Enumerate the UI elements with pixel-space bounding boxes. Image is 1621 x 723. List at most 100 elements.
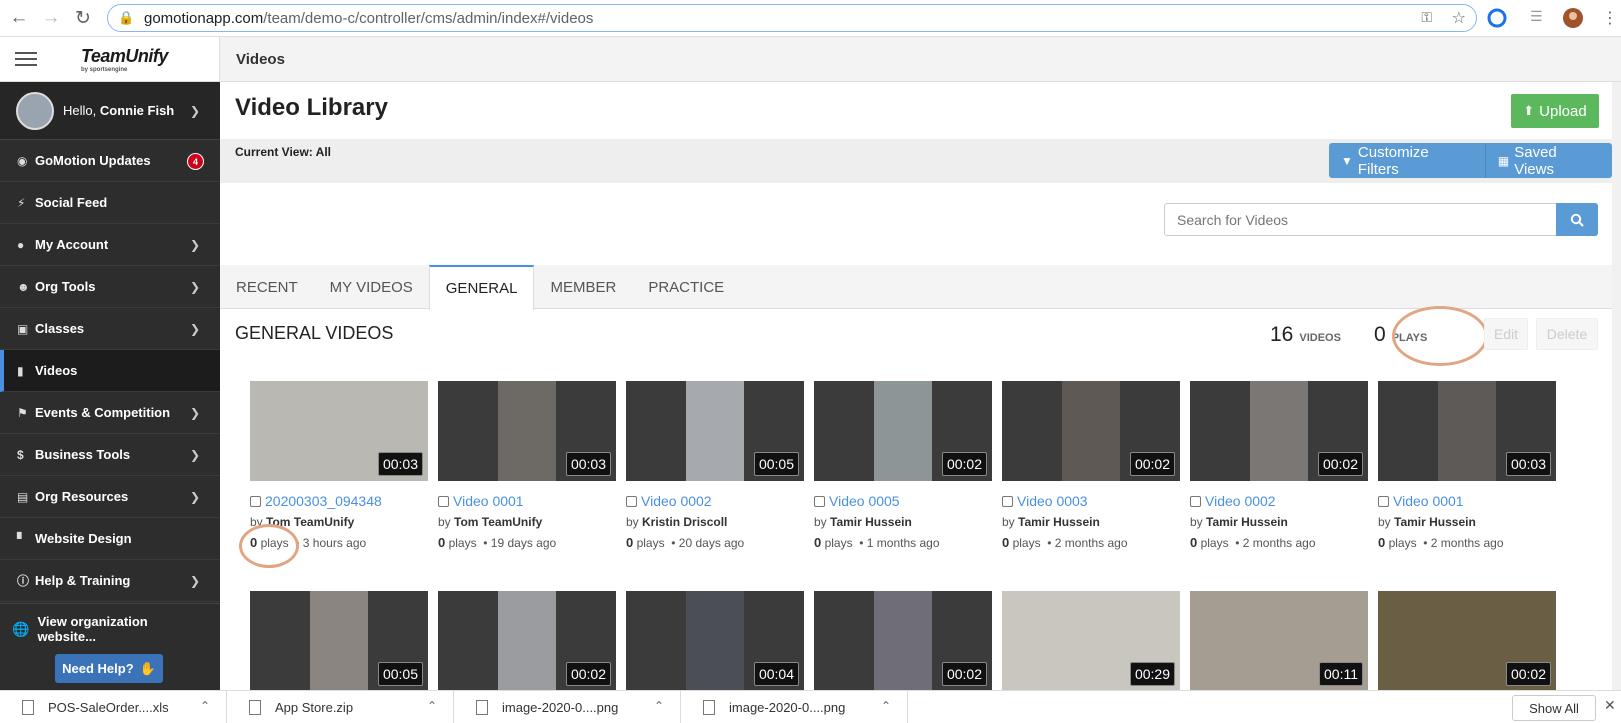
video-thumbnail[interactable]: 00:03 [1378,381,1556,481]
chevron-up-icon[interactable]: ⌃ [881,699,891,713]
sidebar-item-videos[interactable]: ▮ Videos [0,350,220,392]
tab-general[interactable]: GENERAL [428,265,535,310]
upload-button[interactable]: ⬆ Upload [1511,94,1599,128]
video-title-link[interactable]: 20200303_094348 [265,493,382,509]
search-input[interactable] [1164,203,1557,236]
download-item[interactable]: image-2020-0....png ⌃ [681,690,908,723]
show-all-downloads-button[interactable]: Show All [1512,695,1596,721]
video-card[interactable]: 00:04 [626,591,804,691]
tab-my-videos[interactable]: MY VIDEOS [314,265,429,309]
sidebar-item-label: Help & Training [35,573,131,588]
video-card[interactable]: 00:02 Video 0005 by Tamir Hussein 0 plays •… [814,381,992,550]
video-card[interactable]: 00:11 [1190,591,1368,691]
key-icon[interactable]: ⚿ [1421,9,1432,26]
video-title-link[interactable]: Video 0001 [1393,493,1464,509]
video-thumbnail[interactable]: 00:02 [1190,381,1368,481]
main-scrollbar[interactable] [1612,82,1621,690]
tab-recent[interactable]: RECENT [220,265,314,309]
video-select-checkbox[interactable] [438,495,449,507]
sidebar-item-classes[interactable]: ▣ Classes ❯ [0,308,220,350]
video-thumbnail[interactable]: 00:29 [1002,591,1180,691]
extension-icon[interactable] [1487,8,1507,28]
video-card[interactable]: 00:02 [438,591,616,691]
download-item[interactable]: App Store.zip ⌃ [227,690,454,723]
chevron-right-icon: ❯ [189,321,200,336]
browser-menu-icon[interactable]: ⋮ [1602,8,1621,28]
saved-views-button[interactable]: ▦ Saved Views [1485,143,1612,178]
video-select-checkbox[interactable] [1002,495,1013,507]
chevron-up-icon[interactable]: ⌃ [654,699,664,713]
video-thumbnail[interactable]: 00:05 [626,381,804,481]
video-card[interactable]: 00:02 [814,591,992,691]
need-help-button[interactable]: Need Help? ✋ [55,654,163,683]
video-card[interactable]: 00:02 Video 0003 by Tamir Hussein 0 plays •… [1002,381,1180,550]
customize-filters-button[interactable]: ▼ Customize Filters [1329,143,1486,178]
video-card[interactable]: 00:02 [1378,591,1556,691]
browser-toolbar: ← → ↻ 🔒 gomotionapp.com/team/demo-c/cont… [0,0,1621,37]
video-select-checkbox[interactable] [626,495,637,507]
close-icon[interactable]: ✕ [1604,697,1616,714]
video-title-link[interactable]: Video 0001 [453,493,524,509]
chevron-right-icon: ❯ [189,103,200,118]
video-thumbnail[interactable]: 00:11 [1190,591,1368,691]
sidebar-item-my-account[interactable]: ● My Account ❯ [0,224,220,266]
sidebar-item-social-feed[interactable]: ⚡ Social Feed [0,182,220,224]
video-thumbnail[interactable]: 00:02 [814,591,992,691]
video-author: by Tom TeamUnify [438,515,543,529]
video-select-checkbox[interactable] [1378,495,1389,507]
video-card[interactable]: 00:05 [250,591,428,691]
video-card[interactable]: 00:02 Video 0002 by Tamir Hussein 0 plays •… [1190,381,1368,550]
address-bar[interactable]: 🔒 gomotionapp.com/team/demo-c/controller… [107,4,1477,32]
video-title-link[interactable]: Video 0002 [641,493,712,509]
view-org-website-link[interactable]: 🌐 View organization website... [0,604,220,654]
video-select-checkbox[interactable] [250,495,261,507]
edit-button[interactable]: Edit [1484,318,1528,350]
teamunify-logo[interactable]: TeamUnify by sportsengine [81,46,168,73]
video-card[interactable]: 00:03 Video 0001 by Tom TeamUnify 0 plays •… [438,381,616,550]
sidebar-item-events-competition[interactable]: ⚑ Events & Competition ❯ [0,392,220,434]
plays-word: plays [448,536,477,550]
plays-word: plays [1388,536,1417,550]
video-title-link[interactable]: Video 0002 [1205,493,1276,509]
sidebar-item-website-design[interactable]: ▘ Website Design [0,518,220,560]
bookmark-star-icon[interactable]: ☆ [1452,8,1466,28]
reading-list-icon[interactable]: ☰ [1530,8,1550,28]
hamburger-menu-icon[interactable] [15,52,37,66]
user-menu[interactable]: Hello, Connie Fish ❯ [0,82,220,140]
sidebar-item-help-training[interactable]: ⓘ Help & Training ❯ [0,560,220,602]
download-item[interactable]: image-2020-0....png ⌃ [454,690,681,723]
video-thumbnail[interactable]: 00:04 [626,591,804,691]
video-title-link[interactable]: Video 0003 [1017,493,1088,509]
sidebar-item-org-resources[interactable]: ▤ Org Resources ❯ [0,476,220,518]
video-thumbnail[interactable]: 00:02 [438,591,616,691]
search-button[interactable] [1556,203,1598,236]
back-arrow-icon[interactable]: ← [6,5,32,31]
video-select-checkbox[interactable] [1190,495,1201,507]
video-thumbnail[interactable]: 00:02 [814,381,992,481]
download-item[interactable]: POS-SaleOrder....xls ⌃ [0,690,227,723]
video-card[interactable]: 00:05 Video 0002 by Kristin Driscoll 0 play… [626,381,804,550]
tab-member[interactable]: MEMBER [534,265,632,309]
video-thumbnail[interactable]: 00:03 [250,381,428,481]
video-thumbnail[interactable]: 00:03 [438,381,616,481]
profile-avatar-icon[interactable] [1563,8,1583,28]
video-select-checkbox[interactable] [814,495,825,507]
video-duration: 00:02 [1317,452,1363,476]
video-title-link[interactable]: Video 0005 [829,493,900,509]
chevron-up-icon[interactable]: ⌃ [427,699,437,713]
sidebar-item-business-tools[interactable]: $ Business Tools ❯ [0,434,220,476]
video-meta: 0 plays • 20 days ago [626,535,745,550]
video-card[interactable]: 00:03 Video 0001 by Tamir Hussein 0 plays •… [1378,381,1556,550]
video-thumbnail[interactable]: 00:05 [250,591,428,691]
video-card[interactable]: 00:29 [1002,591,1180,691]
reload-icon[interactable]: ↻ [70,5,96,31]
sidebar-item-org-tools[interactable]: ☻ Org Tools ❯ [0,266,220,308]
video-duration: 00:04 [753,662,799,686]
video-thumbnail[interactable]: 00:02 [1002,381,1180,481]
video-thumbnail[interactable]: 00:02 [1378,591,1556,691]
delete-button[interactable]: Delete [1536,318,1598,350]
tab-practice[interactable]: PRACTICE [632,265,740,309]
forward-arrow-icon[interactable]: → [38,5,64,31]
sidebar-item-gomotion-updates[interactable]: ◉ GoMotion Updates 4 [0,140,220,182]
chevron-up-icon[interactable]: ⌃ [200,699,210,713]
